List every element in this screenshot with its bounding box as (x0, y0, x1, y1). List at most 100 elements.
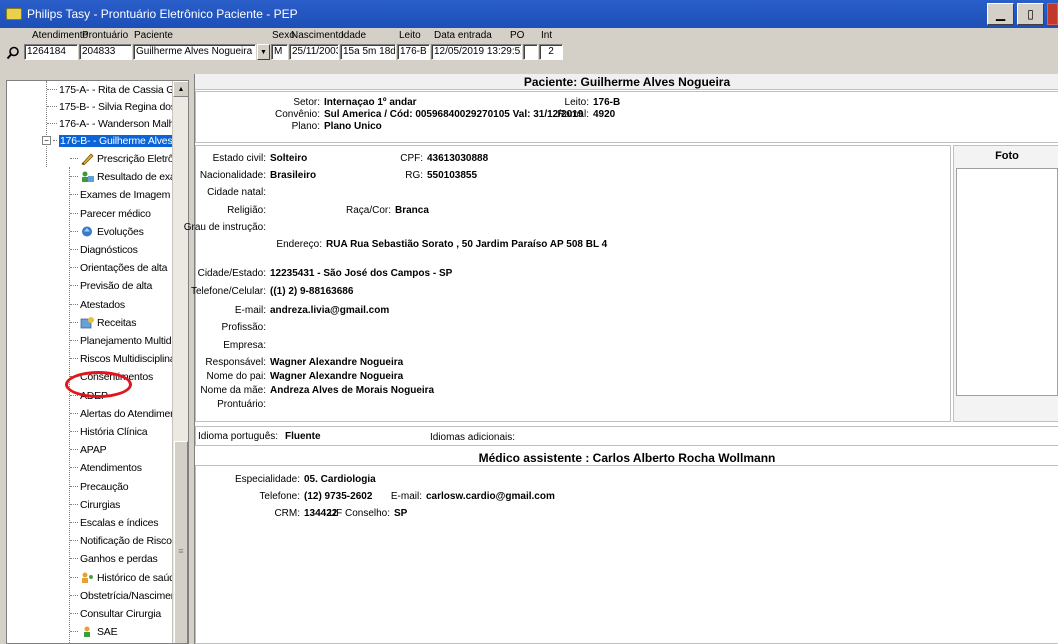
leito-field[interactable]: 176-B (397, 44, 430, 60)
tree-item-ganhos-e-perdas[interactable]: Ganhos e perdas (70, 550, 158, 567)
title-bar: Philips Tasy - Prontuário Eletrônico Pac… (0, 0, 1058, 28)
tree-item-orientacoes-de-alta[interactable]: Orientações de alta (70, 259, 167, 276)
tree-item-escalas-e-indices[interactable]: Escalas e índices (70, 514, 159, 531)
tree-item-diagnosticos[interactable]: Diagnósticos (70, 241, 138, 258)
tree-item-apap[interactable]: APAP (70, 441, 107, 458)
tree-item-consultar-cirurgia[interactable]: Consultar Cirurgia (70, 605, 161, 622)
prontuario-label: Prontuário (82, 30, 129, 41)
patient-details-box: Estado civil: Solteiro CPF: 43613030888 … (184, 145, 951, 422)
photo-title: Foto (954, 148, 1058, 164)
tree-item-atestados[interactable]: Atestados (70, 296, 125, 313)
app-icon (6, 8, 22, 20)
crm-label: CRM: (274, 508, 300, 519)
tree-item-evolucoes[interactable]: Evoluções (70, 223, 144, 240)
cpf-label: CPF: (400, 153, 423, 164)
tree-item-notificacao-de-risco[interactable]: Notificação de Risco (70, 532, 172, 549)
responsavel-value: Wagner Alexandre Nogueira (270, 357, 404, 368)
tree-item-alertas-do-atendimento[interactable]: Alertas do Atendimento (70, 405, 184, 422)
idioma-portugues-value: Fluente (285, 431, 321, 442)
email-label: E-mail: (234, 305, 266, 316)
tree-item-label: Cirurgias (80, 498, 121, 511)
bed-item[interactable]: 175-B- - Silvia Regina dos Sar (47, 98, 188, 115)
idioma-portugues-label: Idioma português: (198, 431, 279, 442)
telefone-label: Telefone/Celular: (190, 286, 266, 297)
scroll-thumb[interactable]: ≡ (174, 441, 188, 643)
tree-item-label: SAE (97, 625, 118, 638)
tree-item-label: Atestados (80, 298, 125, 311)
cidade-estado-value: 12235431 - São José dos Campos - SP (270, 268, 453, 279)
raca-label: Raça/Cor: (345, 205, 391, 216)
close-button[interactable] (1047, 3, 1058, 25)
data-entrada-field[interactable]: 12/05/2019 13:29:52 (431, 44, 522, 60)
tree-item-cirurgias[interactable]: Cirurgias (70, 496, 120, 513)
tree-item-icon (80, 152, 95, 166)
po-field[interactable] (523, 44, 538, 60)
patient-title: Paciente: Guilherme Alves Nogueira (195, 74, 1058, 90)
nacionalidade-value: Brasileiro (270, 170, 317, 181)
tree-item-previsao-de-alta[interactable]: Previsão de alta (70, 277, 152, 294)
tree-item-label: Notificação de Risco (80, 534, 172, 547)
paciente-dropdown-icon[interactable]: ▼ (257, 44, 270, 60)
pai-value: Wagner Alexandre Nogueira (270, 371, 404, 382)
idade-field[interactable]: 15a 5m 18d (340, 44, 396, 60)
setor-label: Setor: (293, 97, 320, 108)
tree-item-label: Atendimentos (80, 461, 142, 474)
sexo-field[interactable]: M (271, 44, 288, 60)
tree-item-atendimentos[interactable]: Atendimentos (70, 459, 142, 476)
bed-item[interactable]: 175-A- - Rita de Cassia Gomes (47, 81, 188, 98)
estado-civil-label: Estado civil: (212, 153, 266, 164)
tree-item-sae[interactable]: SAE (70, 623, 118, 640)
medico-telefone-label: Telefone: (259, 491, 300, 502)
scroll-up-icon[interactable]: ▲ (173, 81, 188, 97)
tree-item-icon (80, 170, 95, 183)
nascimento-field[interactable]: 25/11/2003 (289, 44, 339, 60)
medico-box: Especialidade: 05. Cardiologia Telefone:… (195, 466, 1058, 644)
convenio-label: Convênio: (274, 109, 320, 120)
profissao-label: Profissão: (221, 322, 266, 333)
patient-photo[interactable] (956, 168, 1058, 396)
tree-item-label: Alertas do Atendimento (80, 407, 185, 420)
medico-email-label: E-mail: (390, 491, 422, 502)
mae-value: Andreza Alves de Morais Nogueira (270, 385, 435, 396)
medico-email-value: carlosw.cardio@gmail.com (426, 491, 555, 502)
tree-item-receitas[interactable]: Receitas (70, 314, 136, 331)
minimize-button[interactable]: ▁ (987, 3, 1014, 25)
atendimento-field[interactable]: 1264184 (24, 44, 78, 60)
bed-item[interactable]: 176-A- - Wanderson Malheiros (47, 115, 188, 132)
medico-telefone-value: (12) 9735-2602 (304, 491, 373, 502)
collapse-icon[interactable]: − (42, 136, 51, 145)
tree-item-precaucao[interactable]: Precaução (70, 478, 129, 495)
cidade-estado-label: Cidade/Estado: (197, 268, 266, 279)
patient-summary: Paciente: Guilherme Alves Nogueira Setor… (184, 74, 1058, 644)
int-field[interactable]: 2 (539, 44, 563, 60)
paciente-field[interactable]: Guilherme Alves Nogueira (133, 44, 256, 60)
paciente-label: Paciente (134, 30, 173, 41)
uf-conselho-value: SP (394, 508, 408, 519)
tree-item-label: Consultar Cirurgia (80, 607, 162, 620)
tree-item-label: Precaução (80, 480, 129, 493)
photo-panel: Foto (953, 145, 1058, 422)
tree-item-historico-de-saude[interactable]: Histórico de saúde (70, 569, 181, 586)
empresa-label: Empresa: (223, 340, 266, 351)
tree-item-parecer-medico[interactable]: Parecer médico (70, 205, 151, 222)
tree-item-icon (80, 316, 95, 329)
tree-item-label: Diagnósticos (80, 243, 138, 256)
tree-item-exames-de-imagem[interactable]: Exames de Imagem (70, 186, 170, 203)
tree-scrollbar[interactable]: ▲ ≡ (172, 81, 188, 643)
convenio-value: Sul America / Cód: 00596840029270105 Val… (324, 109, 584, 120)
raca-value: Branca (395, 205, 429, 216)
medico-title: Médico assistente : Carlos Alberto Rocha… (195, 450, 1058, 466)
bed-item-selected[interactable]: 176-B- - Guilherme Alves Nogu (53, 132, 188, 149)
navigation-tree[interactable]: 175-A- - Rita de Cassia Gomes 175-B- - S… (6, 80, 189, 644)
prontuario-field[interactable]: 204833 (79, 44, 132, 60)
patient-header-bar: Atendimento Prontuário Paciente Sexo Nas… (0, 28, 1058, 68)
tree-item-historia-clinica[interactable]: História Clínica (70, 423, 148, 440)
responsavel-label: Responsável: (205, 357, 266, 368)
search-icon[interactable] (4, 44, 22, 62)
cidade-natal-label: Cidade natal: (207, 187, 266, 198)
restore-button[interactable]: ▯ (1017, 3, 1044, 25)
especialidade-value: 05. Cardiologia (304, 474, 376, 485)
tree-item-icon (80, 625, 95, 638)
leito-info-value: 176-B (593, 97, 621, 108)
leito-info-label: Leito: (564, 97, 589, 108)
